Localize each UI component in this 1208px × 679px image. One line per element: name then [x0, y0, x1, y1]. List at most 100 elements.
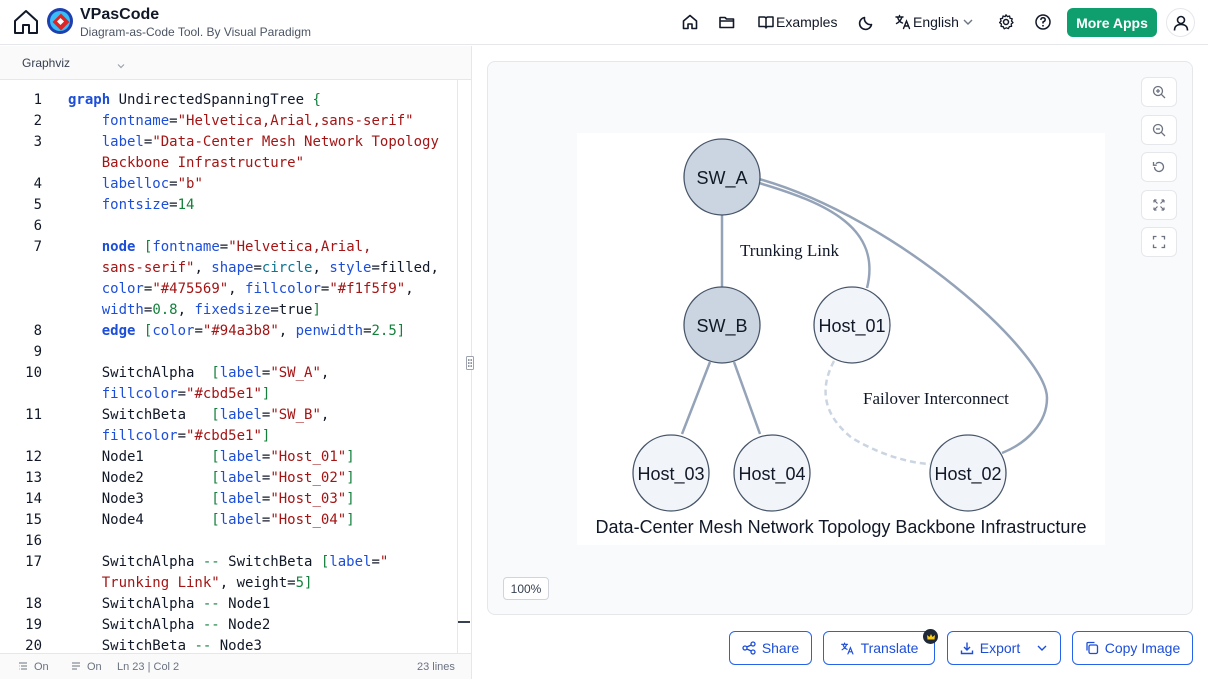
edge-swa-host02 — [758, 177, 1049, 455]
chevron-down-icon[interactable] — [116, 58, 126, 69]
code-line[interactable]: labelloc="b" — [68, 176, 203, 192]
help-icon[interactable] — [1034, 13, 1052, 31]
code-line[interactable]: graph UndirectedSpanningTree { — [68, 92, 321, 108]
zoom-level[interactable]: 100% — [503, 577, 549, 600]
brand: VPasCode Diagram-as-Code Tool. By Visual… — [80, 6, 311, 40]
minimap-status[interactable]: On — [87, 661, 102, 673]
line-number: 16 — [25, 533, 42, 549]
translate-icon[interactable] — [894, 13, 912, 31]
edge-host01-host02-failover — [824, 360, 931, 466]
fit-view-button[interactable] — [1141, 190, 1177, 220]
zoom-out-button[interactable] — [1141, 115, 1177, 145]
zoom-in-icon — [1152, 85, 1166, 99]
split-handle-icon[interactable] — [466, 356, 476, 370]
user-avatar-button[interactable] — [1166, 8, 1195, 37]
node-sw-b: SW_B — [683, 286, 761, 364]
chevron-down-icon — [962, 15, 980, 33]
code-line[interactable]: Node2 [label="Host_02"] — [68, 470, 355, 486]
code-line[interactable]: color="#475569", fillcolor="#f1f5f9", — [68, 281, 414, 297]
code-line[interactable]: SwitchBeta -- Node3 — [68, 638, 262, 653]
code-line[interactable]: SwitchAlpha [label="SW_A", — [68, 365, 330, 381]
home-icon[interactable] — [681, 13, 699, 31]
line-number: 19 — [25, 617, 42, 633]
chevron-down-icon — [1037, 645, 1047, 651]
code-line[interactable]: Node1 [label="Host_01"] — [68, 449, 355, 465]
code-line[interactable]: fontsize=14 — [68, 197, 195, 213]
code-line[interactable]: edge [color="#94a3b8", penwidth=2.5] — [68, 323, 406, 339]
minimap-icon[interactable] — [71, 661, 81, 674]
code-line[interactable]: Node4 [label="Host_04"] — [68, 512, 355, 528]
app-subtitle: Diagram-as-Code Tool. By Visual Paradigm — [80, 25, 311, 39]
reset-zoom-button[interactable] — [1141, 152, 1177, 182]
translate-button[interactable]: Translate — [823, 631, 935, 665]
line-number: 17 — [25, 554, 42, 570]
diagram-caption: Data-Center Mesh Network Topology Backbo… — [596, 517, 1087, 537]
copy-image-button[interactable]: Copy Image — [1072, 631, 1193, 665]
code-line[interactable]: fillcolor="#cbd5e1"] — [68, 386, 271, 402]
wrap-icon[interactable] — [18, 661, 28, 674]
line-number: 3 — [33, 134, 42, 150]
more-apps-button[interactable]: More Apps — [1067, 8, 1157, 37]
svg-text:Host_02: Host_02 — [934, 464, 1001, 485]
edge-swb-host03 — [680, 361, 712, 435]
code-line[interactable]: width=0.8, fixedsize=true] — [68, 302, 321, 318]
export-label: Export — [979, 640, 1021, 656]
line-number: 20 — [25, 638, 42, 653]
gear-icon[interactable] — [997, 13, 1015, 31]
code-line[interactable]: Trunking Link", weight=5] — [68, 575, 313, 591]
node-sw-a: SW_A — [683, 138, 761, 216]
code-editor-panel: Graphviz 1 graph UndirectedSpanningTree {… — [0, 46, 472, 679]
code-area[interactable]: 1 graph UndirectedSpanningTree {2 fontnam… — [0, 80, 457, 653]
edge-label-failover: Failover Interconnect — [863, 389, 1009, 408]
language-select[interactable]: Graphviz — [22, 56, 70, 70]
fullscreen-button[interactable] — [1141, 227, 1177, 257]
svg-text:SW_B: SW_B — [696, 316, 747, 337]
user-icon — [1173, 15, 1188, 31]
code-line[interactable]: label="Data-Center Mesh Network Topology — [68, 134, 439, 150]
editor-scroll-thumb[interactable] — [458, 621, 470, 623]
code-line[interactable]: fontname="Helvetica,Arial,sans-serif" — [68, 113, 414, 129]
share-button[interactable]: Share — [729, 631, 812, 665]
examples-link[interactable]: Examples — [776, 14, 837, 30]
export-button[interactable]: Export — [947, 631, 1061, 665]
code-line[interactable]: SwitchAlpha -- SwitchBeta [label=" — [68, 554, 389, 570]
code-line[interactable]: SwitchAlpha -- Node2 — [68, 617, 271, 633]
zoom-out-icon — [1152, 123, 1166, 137]
translate-icon — [840, 642, 854, 654]
language-select[interactable]: English — [913, 14, 959, 30]
svg-text:Host_04: Host_04 — [738, 464, 805, 485]
folder-icon[interactable] — [718, 13, 736, 31]
line-number: 5 — [33, 197, 42, 213]
svg-text:Host_03: Host_03 — [637, 464, 704, 485]
wrap-status[interactable]: On — [34, 661, 49, 673]
cursor-position: Ln 23 | Col 2 — [117, 661, 180, 673]
line-number: 14 — [25, 491, 42, 507]
edge-label-trunking: Trunking Link — [740, 241, 840, 260]
vpascode-logo-icon — [46, 7, 74, 35]
code-line[interactable]: SwitchAlpha -- Node1 — [68, 596, 271, 612]
code-line[interactable]: sans-serif", shape=circle, style=filled, — [68, 260, 439, 276]
line-number: 15 — [25, 512, 42, 528]
moon-icon[interactable] — [858, 13, 876, 31]
share-icon — [742, 641, 756, 655]
svg-text:Host_01: Host_01 — [818, 316, 885, 337]
code-line[interactable]: SwitchBeta [label="SW_B", — [68, 407, 330, 423]
fit-arrows-icon — [1153, 199, 1165, 211]
zoom-in-button[interactable] — [1141, 77, 1177, 107]
line-count: 23 lines — [417, 661, 455, 673]
book-icon[interactable] — [757, 13, 775, 31]
home-logo-icon[interactable] — [12, 8, 40, 36]
copy-image-label: Copy Image — [1104, 640, 1181, 656]
reset-icon — [1152, 161, 1165, 173]
line-number: 8 — [33, 323, 42, 339]
premium-crown-icon — [923, 629, 938, 644]
code-line[interactable]: Backbone Infrastructure" — [68, 155, 304, 171]
share-label: Share — [761, 640, 800, 656]
code-line[interactable]: node [fontname="Helvetica,Arial, — [68, 239, 372, 255]
node-host-03: Host_03 — [632, 434, 710, 512]
code-line[interactable]: Node3 [label="Host_03"] — [68, 491, 355, 507]
line-number: 13 — [25, 470, 42, 486]
line-number: 12 — [25, 449, 42, 465]
code-line[interactable]: fillcolor="#cbd5e1"] — [68, 428, 271, 444]
copy-icon — [1086, 641, 1098, 655]
